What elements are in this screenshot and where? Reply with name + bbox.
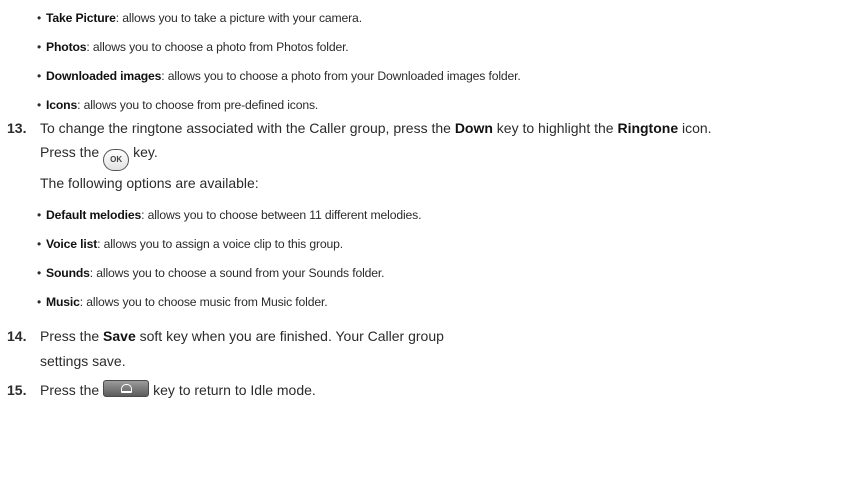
step-14-line-2: settings save. bbox=[40, 353, 126, 369]
list-item: Downloaded images: allows you to choose … bbox=[37, 62, 521, 91]
step-15: 15. Press the key to return to Idle mode. bbox=[7, 378, 316, 403]
list-item: Music: allows you to choose music from M… bbox=[37, 288, 421, 317]
ringtone-options-list: Default melodies: allows you to choose b… bbox=[37, 201, 421, 317]
list-item: Sounds: allows you to choose a sound fro… bbox=[37, 259, 421, 288]
list-item: Take Picture: allows you to take a pictu… bbox=[37, 4, 521, 33]
list-item: Default melodies: allows you to choose b… bbox=[37, 201, 421, 230]
options-available-text: The following options are available: bbox=[40, 175, 259, 191]
step-number: 13. bbox=[7, 120, 27, 136]
picture-options-list: Take Picture: allows you to take a pictu… bbox=[37, 4, 521, 120]
step-13-line-2: Press the OK key. bbox=[40, 140, 158, 171]
step-13: 13. To change the ringtone associated wit… bbox=[7, 116, 712, 141]
list-item: Photos: allows you to choose a photo fro… bbox=[37, 33, 521, 62]
ok-key-icon: OK bbox=[103, 149, 130, 171]
end-key-icon bbox=[103, 380, 150, 397]
step-number: 14. bbox=[7, 328, 27, 344]
step-14: 14. Press the Save soft key when you are … bbox=[7, 324, 444, 349]
step-number: 15. bbox=[7, 382, 27, 398]
manual-page: Take Picture: allows you to take a pictu… bbox=[0, 0, 841, 483]
list-item: Voice list: allows you to assign a voice… bbox=[37, 230, 421, 259]
